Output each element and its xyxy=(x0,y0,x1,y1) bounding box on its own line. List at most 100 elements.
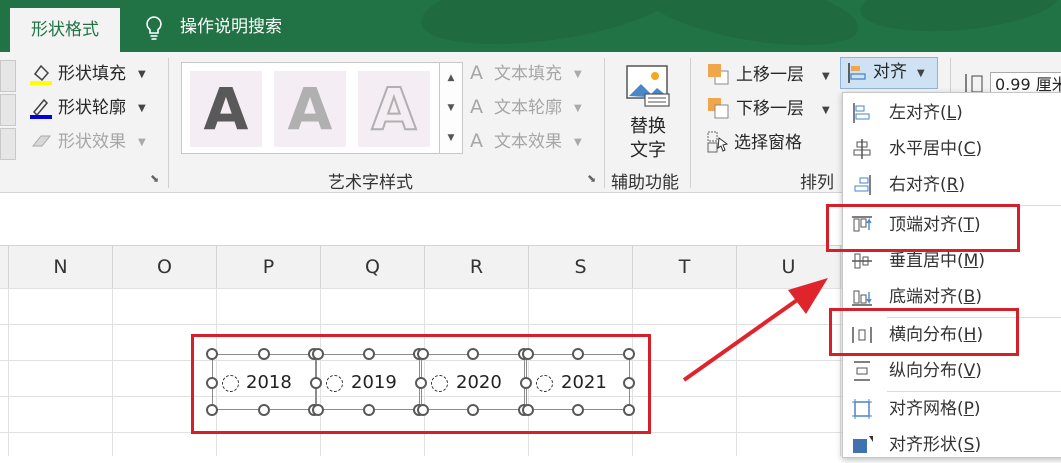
align-icon xyxy=(848,63,866,83)
distribute-vertically-icon xyxy=(854,361,870,381)
dialog-launcher-icon[interactable]: ⬊ xyxy=(150,172,159,185)
bring-forward-icon xyxy=(708,64,729,85)
wordart-gallery[interactable]: A A A xyxy=(181,62,463,154)
menu-item-label: 纵向分布(V) xyxy=(889,361,982,381)
menu-item-snap-to-grid[interactable]: 对齐网格(P) xyxy=(843,391,1061,427)
gallery-scroll-up[interactable]: ▲ xyxy=(439,63,462,93)
menu-item-label: 底端对齐(B) xyxy=(889,287,982,307)
selection-pane-icon xyxy=(707,131,729,153)
shape-gallery-scroll[interactable] xyxy=(0,60,16,92)
dialog-launcher-icon[interactable]: ⬊ xyxy=(587,172,596,185)
wordart-style-tile[interactable]: A xyxy=(274,71,346,147)
shape-gallery-scroll[interactable] xyxy=(0,94,16,126)
title-tab-bar: 形状格式 操作说明搜索 xyxy=(0,0,1061,52)
column-header[interactable]: S xyxy=(529,246,633,288)
align-left-icon xyxy=(853,103,870,123)
alt-text-label: 替换 xyxy=(630,116,666,137)
text-outline-button[interactable]: A 文本轮廓 ▼ xyxy=(470,96,590,120)
menu-item-label: 水平居中(C) xyxy=(889,139,983,159)
menu-item-snap-to-shape[interactable]: 对齐形状(S) xyxy=(843,427,1061,463)
group-divider xyxy=(168,58,169,188)
align-label: 对齐 xyxy=(873,62,907,82)
selection-pane-button[interactable]: 选择窗格 xyxy=(706,130,834,156)
wordart-style-tile[interactable]: A xyxy=(190,71,262,147)
send-backward-icon xyxy=(708,98,729,119)
text-outline-label: 文本轮廓 xyxy=(494,98,562,118)
bring-forward-button[interactable]: 上移一层 ▼ xyxy=(706,62,834,88)
column-header[interactable]: P xyxy=(217,246,321,288)
gallery-scroll-down[interactable]: ▼ xyxy=(439,93,462,123)
annotation-arrow-icon xyxy=(682,278,828,382)
highlight-box-shapes xyxy=(191,334,651,434)
text-fill-label: 文本填充 xyxy=(494,64,562,84)
tell-me-search[interactable]: 操作说明搜索 xyxy=(180,14,282,40)
text-outline-icon: A xyxy=(470,96,483,118)
chevron-down-icon: ▼ xyxy=(574,103,582,114)
send-backward-button[interactable]: 下移一层 ▼ xyxy=(706,96,834,122)
column-header[interactable]: N xyxy=(9,246,113,288)
text-fill-icon: A xyxy=(470,62,483,84)
menu-item-align-right[interactable]: 右对齐(R) xyxy=(843,167,1061,203)
group-divider xyxy=(690,58,691,188)
shape-outline-label: 形状轮廓 xyxy=(58,98,126,118)
shape-fill-button[interactable]: 形状填充 ▼ xyxy=(30,62,160,86)
chevron-down-icon: ▼ xyxy=(138,69,146,80)
chevron-down-icon: ▼ xyxy=(138,137,146,148)
snap-to-shape-icon xyxy=(853,436,873,453)
chevron-down-icon: ▼ xyxy=(822,71,830,82)
align-bottom-icon xyxy=(852,290,872,306)
shape-effects-button[interactable]: 形状效果 ▼ xyxy=(30,130,160,154)
group-label-accessibility: 辅助功能 xyxy=(611,173,679,193)
menu-item-label: 左对齐(L) xyxy=(889,103,963,123)
snap-to-grid-icon xyxy=(852,399,872,419)
chevron-down-icon: ▼ xyxy=(574,137,582,148)
decorative-leaf xyxy=(636,0,864,52)
gallery-expand[interactable]: ▼ xyxy=(439,123,462,153)
lightbulb-icon[interactable] xyxy=(143,15,165,41)
alt-text-button[interactable]: 替换 文字 xyxy=(620,60,678,161)
menu-item-label: 右对齐(R) xyxy=(889,175,966,195)
alt-text-label: 文字 xyxy=(630,140,666,161)
shape-effects-icon xyxy=(31,135,52,147)
align-dropdown-menu: 左对齐(L) 水平居中(C) 右对齐(R) 顶端对齐(T) 垂直居中(M) 底端… xyxy=(842,92,1061,458)
column-header[interactable]: O xyxy=(113,246,217,288)
column-header[interactable]: Q xyxy=(321,246,425,288)
chevron-down-icon: ▼ xyxy=(574,69,582,80)
text-fill-button[interactable]: A 文本填充 ▼ xyxy=(470,62,590,86)
shape-effects-label: 形状效果 xyxy=(58,132,126,152)
align-center-icon xyxy=(853,139,871,159)
column-header-partial[interactable] xyxy=(0,246,9,288)
text-effects-label: 文本效果 xyxy=(494,132,562,152)
group-label-wordart: 艺术字样式 xyxy=(328,173,413,193)
text-effects-button[interactable]: A 文本效果 ▼ xyxy=(470,130,590,154)
menu-item-align-left[interactable]: 左对齐(L) xyxy=(843,95,1061,131)
menu-item-label: 对齐形状(S) xyxy=(889,435,982,455)
highlight-box-align-top xyxy=(826,204,1020,252)
group-label-arrange: 排列 xyxy=(800,173,834,193)
chevron-down-icon: ▼ xyxy=(138,103,146,114)
decorative-leaf xyxy=(416,0,684,52)
decorative-leaf xyxy=(857,0,1061,39)
paint-bucket-icon xyxy=(30,64,52,85)
tab-shape-format[interactable]: 形状格式 xyxy=(10,8,120,52)
shape-fill-label: 形状填充 xyxy=(58,64,126,84)
shape-gallery-scroll[interactable] xyxy=(0,128,16,160)
chevron-down-icon: ▼ xyxy=(822,105,830,116)
align-button[interactable]: 对齐 ▼ xyxy=(840,57,938,89)
shape-outline-button[interactable]: 形状轮廓 ▼ xyxy=(30,96,160,120)
alt-text-icon xyxy=(626,65,670,107)
chevron-down-icon: ▼ xyxy=(917,68,925,79)
menu-item-label: 垂直居中(M) xyxy=(889,251,985,271)
wordart-style-tile[interactable]: A xyxy=(358,71,430,147)
menu-item-label: 对齐网格(P) xyxy=(889,399,981,419)
group-divider xyxy=(604,58,605,188)
text-effects-icon: A xyxy=(470,130,483,152)
align-middle-icon xyxy=(852,253,872,269)
column-header[interactable]: R xyxy=(425,246,529,288)
pen-icon xyxy=(30,98,52,119)
selection-pane-label: 选择窗格 xyxy=(734,133,802,153)
highlight-box-distribute-horizontally xyxy=(829,308,1019,356)
menu-item-distribute-vertically[interactable]: 纵向分布(V) xyxy=(843,353,1061,389)
menu-item-align-center[interactable]: 水平居中(C) xyxy=(843,131,1061,167)
bring-forward-label: 上移一层 xyxy=(736,65,804,85)
